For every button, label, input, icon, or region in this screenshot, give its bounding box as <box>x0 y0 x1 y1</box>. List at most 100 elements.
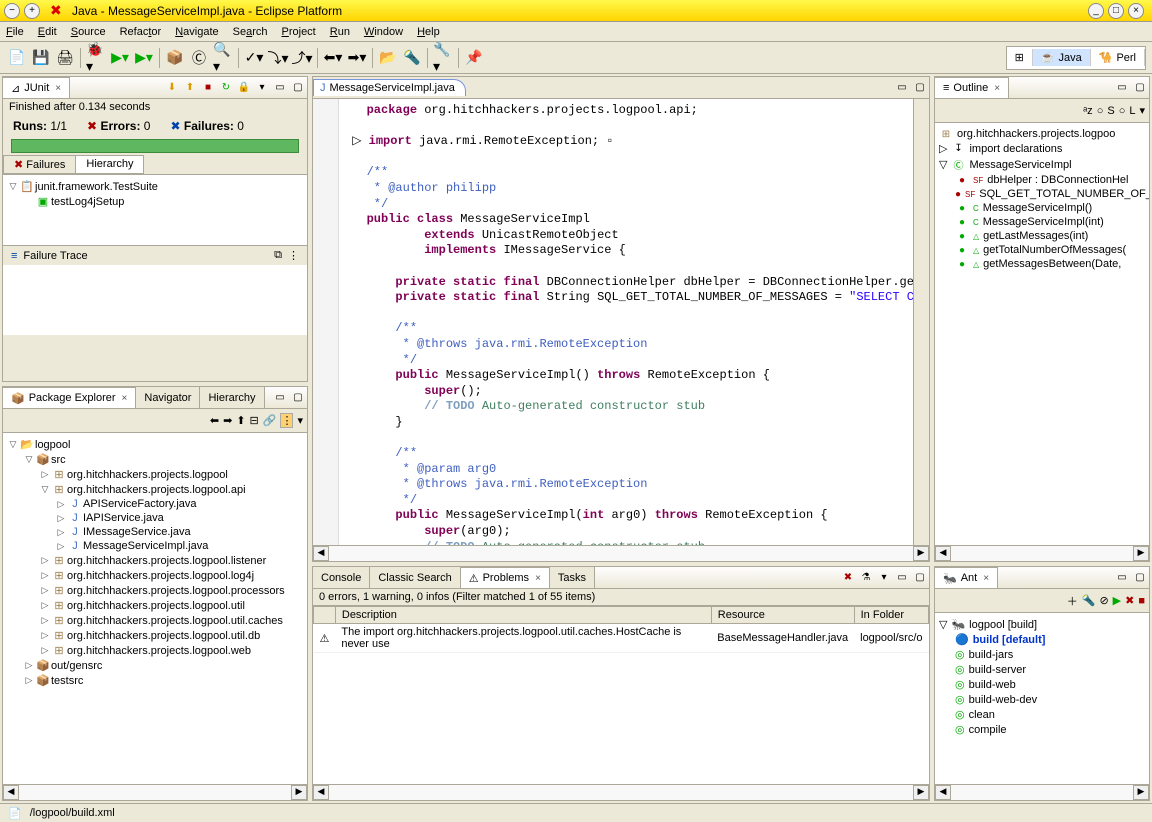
collapse-icon[interactable]: ⊟ <box>250 414 259 427</box>
junit-menu-icon[interactable]: ▾ <box>254 80 270 96</box>
menu-project[interactable]: Project <box>282 26 316 38</box>
close-icon[interactable]: × <box>983 573 989 584</box>
junit-lock-icon[interactable]: 🔒 <box>236 80 252 96</box>
ant-target[interactable]: ◎ compile <box>955 722 1145 737</box>
debug-button[interactable]: 🐞▾ <box>85 47 107 69</box>
hide-local-icon[interactable]: L <box>1129 105 1135 117</box>
outline-member[interactable]: ●△ getTotalNumberOfMessages( <box>955 243 1145 257</box>
compare-icon[interactable]: ⧉ <box>274 249 282 262</box>
up-icon[interactable]: ⬆ <box>236 414 245 427</box>
new-package-button[interactable]: 📦 <box>164 47 186 69</box>
console-tab[interactable]: Console <box>313 567 370 588</box>
window-menu-button[interactable]: − <box>4 3 20 19</box>
add-buildfile-icon[interactable]: ＋ <box>1067 593 1078 609</box>
menu-run[interactable]: Run <box>330 26 350 38</box>
ant-tab[interactable]: 🐜 Ant × <box>935 567 998 588</box>
perspective-java[interactable]: ☕ Java <box>1033 49 1091 66</box>
next-annotation-button[interactable]: ⤵▾ <box>267 47 289 69</box>
outline-member[interactable]: ●△ getLastMessages(int) <box>955 229 1145 243</box>
close-icon[interactable]: × <box>994 83 1000 94</box>
minimize-icon[interactable]: ▭ <box>272 390 288 406</box>
maximize-icon[interactable]: ▢ <box>290 390 306 406</box>
outline-member[interactable]: ●SF dbHelper : DBConnectionHel <box>955 173 1145 187</box>
junit-rerun-icon[interactable]: ↻ <box>218 80 234 96</box>
close-icon[interactable]: × <box>122 393 128 404</box>
maximize-button[interactable]: □ <box>1108 3 1124 19</box>
back-button[interactable]: ⬅▾ <box>322 47 344 69</box>
close-icon[interactable]: × <box>55 83 61 94</box>
hide-static-icon[interactable]: S <box>1107 105 1114 117</box>
minimize-icon[interactable]: ▭ <box>1114 570 1130 586</box>
open-type-button[interactable]: 🔍▾ <box>212 47 234 69</box>
minimize-icon[interactable]: ▭ <box>272 80 288 96</box>
hierarchy-tab[interactable]: Hierarchy <box>200 387 264 408</box>
outline-tab[interactable]: ≡ Outline × <box>935 77 1009 98</box>
prev-annotation-button[interactable]: ⤴▾ <box>291 47 313 69</box>
menu-source[interactable]: Source <box>71 26 106 38</box>
editor-body[interactable]: package org.hitchhackers.projects.logpoo… <box>313 99 913 545</box>
link-icon[interactable]: 🔗 <box>263 414 277 427</box>
forward-button[interactable]: ➡▾ <box>346 47 368 69</box>
menu-search[interactable]: Search <box>233 26 268 38</box>
minimize-icon[interactable]: ▭ <box>894 570 910 586</box>
minimize-icon[interactable]: ▭ <box>1114 80 1130 96</box>
filter-icon[interactable]: ⋮ <box>288 249 299 262</box>
filter-icon[interactable]: ⋮ <box>280 413 293 428</box>
run-target-icon[interactable]: ▶ <box>1113 594 1121 607</box>
new-class-button[interactable]: Ⓒ <box>188 47 210 69</box>
outline-member[interactable]: ●C MessageServiceImpl(int) <box>955 215 1145 229</box>
package-tree[interactable]: ▽📂logpool ▽📦src ▷⊞org.hitchhackers.proje… <box>3 433 307 784</box>
menu-icon[interactable]: ▾ <box>297 414 303 427</box>
junit-prev-fail-icon[interactable]: ⬆ <box>182 80 198 96</box>
ant-target[interactable]: 🔵 build [default] <box>955 632 1145 647</box>
open-resource-button[interactable]: 📂 <box>377 47 399 69</box>
hide-fields-icon[interactable]: ○ <box>1097 105 1104 117</box>
remove-all-icon[interactable]: ■ <box>1138 595 1145 607</box>
save-button[interactable]: 💾 <box>30 47 52 69</box>
problems-tab[interactable]: ⚠ Problems × <box>461 567 550 588</box>
junit-tab[interactable]: ⊿ JUnit × <box>3 77 70 98</box>
ant-target[interactable]: ◎ build-web <box>955 677 1145 692</box>
print-button[interactable]: 🖨 <box>54 47 76 69</box>
back-icon[interactable]: ⬅ <box>210 414 219 427</box>
hide-internal-icon[interactable]: ⊘ <box>1099 594 1108 607</box>
junit-tree[interactable]: ▽📋junit.framework.TestSuite ▣testLog4jSe… <box>3 175 307 245</box>
menu-navigate[interactable]: Navigate <box>175 26 218 38</box>
maximize-icon[interactable]: ▢ <box>290 80 306 96</box>
open-perspective-button[interactable]: ⊞ <box>1007 49 1033 66</box>
junit-next-fail-icon[interactable]: ⬇ <box>164 80 180 96</box>
run-last-button[interactable]: ▶▾ <box>133 47 155 69</box>
remove-icon[interactable]: ✖ <box>1125 594 1134 607</box>
external-tools-button[interactable]: 🔧▾ <box>432 47 454 69</box>
menu-help[interactable]: Help <box>417 26 440 38</box>
ant-tree[interactable]: ▽🐜logpool [build] 🔵 build [default]◎ bui… <box>935 613 1149 784</box>
junit-failures-tab[interactable]: ✖ Failures <box>3 155 76 174</box>
menu-edit[interactable]: Edit <box>38 26 57 38</box>
menu-file[interactable]: File <box>6 26 24 38</box>
hide-nonpublic-icon[interactable]: ○ <box>1119 105 1126 117</box>
minimize-button[interactable]: _ <box>1088 3 1104 19</box>
navigator-tab[interactable]: Navigator <box>136 387 200 408</box>
perspective-perl[interactable]: 🐪 Perl <box>1091 49 1145 66</box>
package-explorer-tab[interactable]: 📦 Package Explorer × <box>3 387 136 408</box>
ant-target[interactable]: ◎ clean <box>955 707 1145 722</box>
editor-vscroll[interactable] <box>913 99 929 545</box>
outline-member[interactable]: ●SF SQL_GET_TOTAL_NUMBER_OF_ <box>955 187 1145 201</box>
maximize-icon[interactable]: ▢ <box>1132 570 1148 586</box>
sort-icon[interactable]: ᵃz <box>1083 105 1093 117</box>
tasks-tab[interactable]: Tasks <box>550 567 595 588</box>
problems-table[interactable]: Description Resource In Folder ⚠ The imp… <box>313 606 929 653</box>
junit-hierarchy-tab[interactable]: Hierarchy <box>75 155 144 174</box>
junit-stop-icon[interactable]: ■ <box>200 80 216 96</box>
ant-target[interactable]: ◎ build-web-dev <box>955 692 1145 707</box>
menu-icon[interactable]: ▾ <box>1139 104 1145 117</box>
forward-icon[interactable]: ➡ <box>223 414 232 427</box>
pin-button[interactable]: 📌 <box>463 47 485 69</box>
menu-refactor[interactable]: Refactor <box>120 26 162 38</box>
close-button[interactable]: × <box>1128 3 1144 19</box>
editor-tab[interactable]: J MessageServiceImpl.java <box>313 79 466 96</box>
ant-target[interactable]: ◎ build-jars <box>955 647 1145 662</box>
menu-icon[interactable]: ▾ <box>876 570 892 586</box>
outline-tree[interactable]: ⊞org.hitchhackers.projects.logpoo ▷↧impo… <box>935 123 1149 545</box>
menu-window[interactable]: Window <box>364 26 403 38</box>
